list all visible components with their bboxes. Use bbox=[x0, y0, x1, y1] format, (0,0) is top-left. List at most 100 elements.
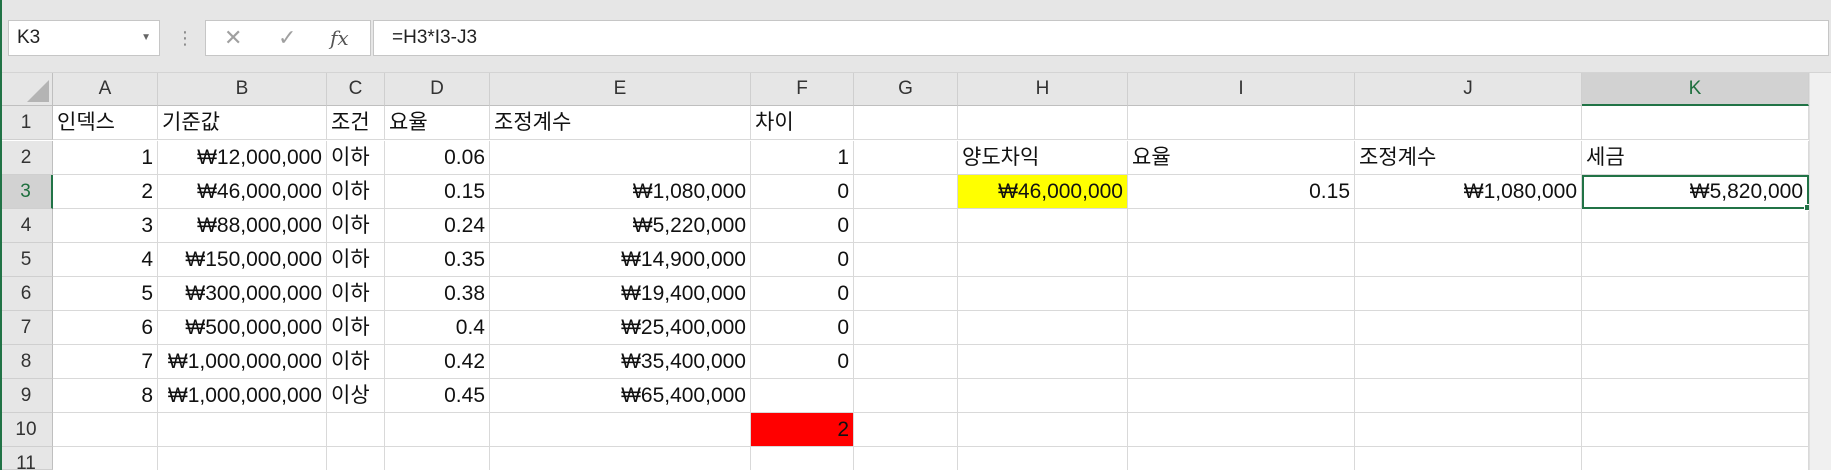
cell-G3[interactable] bbox=[854, 175, 958, 209]
cell-D10[interactable] bbox=[385, 413, 490, 447]
cell-C2-value[interactable]: 이하 bbox=[327, 141, 385, 175]
row-header-7[interactable]: 7 bbox=[0, 311, 53, 345]
row-header-6[interactable]: 6 bbox=[0, 277, 53, 311]
cell-E3-value[interactable]: ₩1,080,000 bbox=[490, 175, 751, 209]
cell-A3-value[interactable]: 2 bbox=[53, 175, 158, 209]
row-header-10[interactable]: 10 bbox=[0, 413, 53, 447]
cell-K6[interactable] bbox=[1582, 277, 1809, 311]
cell-H2-value[interactable]: 양도차익 bbox=[958, 141, 1128, 175]
cell-D4-value[interactable]: 0.24 bbox=[385, 209, 490, 243]
cell-F9[interactable] bbox=[751, 379, 854, 413]
cell-E5-value[interactable]: ₩14,900,000 bbox=[490, 243, 751, 277]
column-header-I[interactable]: I bbox=[1128, 73, 1355, 106]
cell-B6-value[interactable]: ₩300,000,000 bbox=[158, 277, 327, 311]
cell-F5-value[interactable]: 0 bbox=[751, 243, 854, 277]
row-header-8[interactable]: 8 bbox=[0, 345, 53, 379]
cell-K8[interactable] bbox=[1582, 345, 1809, 379]
cell-F7-value[interactable]: 0 bbox=[751, 311, 854, 345]
row-header-3[interactable]: 3 bbox=[0, 175, 53, 209]
cell-I4[interactable] bbox=[1128, 209, 1355, 243]
cell-E6-value[interactable]: ₩19,400,000 bbox=[490, 277, 751, 311]
column-header-H[interactable]: H bbox=[958, 73, 1128, 106]
cell-G1[interactable] bbox=[854, 106, 958, 140]
cell-I7[interactable] bbox=[1128, 311, 1355, 345]
cancel-icon[interactable]: ✕ bbox=[224, 21, 242, 55]
cell-K7[interactable] bbox=[1582, 311, 1809, 345]
cell-G5[interactable] bbox=[854, 243, 958, 277]
cell-G11[interactable] bbox=[854, 447, 958, 470]
row-header-11[interactable]: 11 bbox=[0, 447, 53, 470]
cell-K3-value[interactable]: ₩5,820,000 bbox=[1582, 175, 1809, 209]
cell-G10[interactable] bbox=[854, 413, 958, 447]
cell-B7-value[interactable]: ₩500,000,000 bbox=[158, 311, 327, 345]
cell-H1[interactable] bbox=[958, 106, 1128, 140]
cell-H9[interactable] bbox=[958, 379, 1128, 413]
cell-B9-value[interactable]: ₩1,000,000,000 bbox=[158, 379, 327, 413]
cell-E10[interactable] bbox=[490, 413, 751, 447]
row-header-5[interactable]: 5 bbox=[0, 243, 53, 277]
column-header-K[interactable]: K bbox=[1582, 73, 1809, 106]
cell-H10[interactable] bbox=[958, 413, 1128, 447]
cell-J3-value[interactable]: ₩1,080,000 bbox=[1355, 175, 1582, 209]
cell-I8[interactable] bbox=[1128, 345, 1355, 379]
cell-C1-value[interactable]: 조건 bbox=[327, 106, 385, 140]
cell-I2-value[interactable]: 요율 bbox=[1128, 141, 1355, 175]
row-header-9[interactable]: 9 bbox=[0, 379, 53, 413]
cell-D7-value[interactable]: 0.4 bbox=[385, 311, 490, 345]
cell-I5[interactable] bbox=[1128, 243, 1355, 277]
cell-K9[interactable] bbox=[1582, 379, 1809, 413]
cell-B4-value[interactable]: ₩88,000,000 bbox=[158, 209, 327, 243]
column-header-D[interactable]: D bbox=[385, 73, 490, 106]
column-header-C[interactable]: C bbox=[327, 73, 385, 106]
cell-D6-value[interactable]: 0.38 bbox=[385, 277, 490, 311]
cell-F3-value[interactable]: 0 bbox=[751, 175, 854, 209]
cell-H8[interactable] bbox=[958, 345, 1128, 379]
cell-A9-value[interactable]: 8 bbox=[53, 379, 158, 413]
cell-G8[interactable] bbox=[854, 345, 958, 379]
cell-K4[interactable] bbox=[1582, 209, 1809, 243]
cell-H4[interactable] bbox=[958, 209, 1128, 243]
cell-B8-value[interactable]: ₩1,000,000,000 bbox=[158, 345, 327, 379]
cell-D8-value[interactable]: 0.42 bbox=[385, 345, 490, 379]
cell-E2[interactable] bbox=[490, 141, 751, 175]
cell-A8-value[interactable]: 7 bbox=[53, 345, 158, 379]
cell-B3-value[interactable]: ₩46,000,000 bbox=[158, 175, 327, 209]
cell-I6[interactable] bbox=[1128, 277, 1355, 311]
cell-J1[interactable] bbox=[1355, 106, 1582, 140]
cell-K11[interactable] bbox=[1582, 447, 1809, 470]
cell-J5[interactable] bbox=[1355, 243, 1582, 277]
cell-C7-value[interactable]: 이하 bbox=[327, 311, 385, 345]
cell-E8-value[interactable]: ₩35,400,000 bbox=[490, 345, 751, 379]
insert-function-icon[interactable]: fx bbox=[330, 21, 349, 55]
cell-A10[interactable] bbox=[53, 413, 158, 447]
cell-C8-value[interactable]: 이하 bbox=[327, 345, 385, 379]
select-all-button[interactable] bbox=[0, 73, 53, 106]
cell-A2-value[interactable]: 1 bbox=[53, 141, 158, 175]
cell-K10[interactable] bbox=[1582, 413, 1809, 447]
formula-bar-splitter-icon[interactable]: ⋮ bbox=[176, 24, 194, 52]
cell-J8[interactable] bbox=[1355, 345, 1582, 379]
cell-E9-value[interactable]: ₩65,400,000 bbox=[490, 379, 751, 413]
cell-A4-value[interactable]: 3 bbox=[53, 209, 158, 243]
cell-A11[interactable] bbox=[53, 447, 158, 470]
cell-C3-value[interactable]: 이하 bbox=[327, 175, 385, 209]
cell-C9-value[interactable]: 이상 bbox=[327, 379, 385, 413]
cell-G6[interactable] bbox=[854, 277, 958, 311]
enter-icon[interactable]: ✓ bbox=[278, 21, 296, 55]
row-header-1[interactable]: 1 bbox=[0, 106, 53, 140]
cell-B2-value[interactable]: ₩12,000,000 bbox=[158, 141, 327, 175]
cell-E7-value[interactable]: ₩25,400,000 bbox=[490, 311, 751, 345]
cell-H11[interactable] bbox=[958, 447, 1128, 470]
cell-J10[interactable] bbox=[1355, 413, 1582, 447]
cell-I1[interactable] bbox=[1128, 106, 1355, 140]
formula-input[interactable]: =H3*I3-J3 bbox=[373, 20, 1829, 56]
cell-G9[interactable] bbox=[854, 379, 958, 413]
name-box[interactable]: K3 ▼ bbox=[8, 20, 160, 56]
cell-J9[interactable] bbox=[1355, 379, 1582, 413]
cell-I10[interactable] bbox=[1128, 413, 1355, 447]
column-header-J[interactable]: J bbox=[1355, 73, 1582, 106]
cell-G2[interactable] bbox=[854, 141, 958, 175]
cell-G7[interactable] bbox=[854, 311, 958, 345]
cell-D1-value[interactable]: 요율 bbox=[385, 106, 490, 140]
row-header-4[interactable]: 4 bbox=[0, 209, 53, 243]
